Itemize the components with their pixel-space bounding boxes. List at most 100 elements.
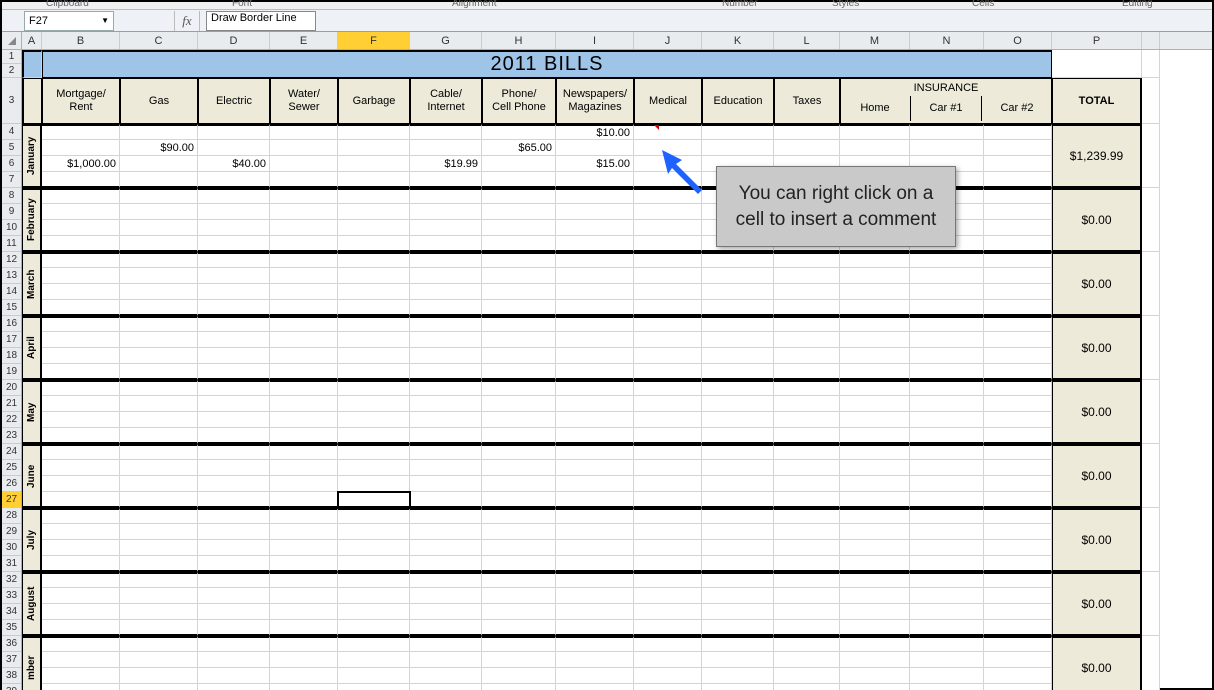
cell[interactable] bbox=[840, 476, 910, 492]
row-header[interactable]: 24 bbox=[2, 444, 21, 460]
cell[interactable] bbox=[634, 412, 702, 428]
cell[interactable] bbox=[840, 492, 910, 508]
row-header[interactable]: 37 bbox=[2, 652, 21, 668]
cell[interactable] bbox=[910, 652, 984, 668]
cell[interactable] bbox=[702, 476, 774, 492]
row-header[interactable]: 2 bbox=[2, 64, 21, 78]
cell[interactable] bbox=[410, 268, 482, 284]
col-header-O[interactable]: O bbox=[984, 32, 1052, 49]
cell[interactable] bbox=[410, 204, 482, 220]
cell[interactable] bbox=[984, 652, 1052, 668]
cell[interactable] bbox=[774, 124, 840, 140]
cell[interactable] bbox=[270, 572, 338, 588]
cell[interactable] bbox=[702, 300, 774, 316]
cell[interactable] bbox=[482, 188, 556, 204]
cell[interactable] bbox=[338, 524, 410, 540]
cell[interactable] bbox=[410, 236, 482, 252]
cell[interactable] bbox=[198, 428, 270, 444]
row-header[interactable]: 36 bbox=[2, 636, 21, 652]
row-header[interactable]: 39 bbox=[2, 684, 21, 690]
cell[interactable] bbox=[410, 412, 482, 428]
cell[interactable] bbox=[774, 348, 840, 364]
cell[interactable] bbox=[1052, 50, 1142, 78]
cell[interactable] bbox=[910, 300, 984, 316]
cell[interactable] bbox=[984, 348, 1052, 364]
cell[interactable] bbox=[774, 364, 840, 380]
cell[interactable] bbox=[338, 380, 410, 396]
cell[interactable] bbox=[120, 380, 198, 396]
cell[interactable] bbox=[702, 540, 774, 556]
cell[interactable] bbox=[270, 476, 338, 492]
cell[interactable] bbox=[338, 476, 410, 492]
cell[interactable] bbox=[42, 316, 120, 332]
cell[interactable] bbox=[556, 316, 634, 332]
cell[interactable] bbox=[840, 636, 910, 652]
row-header[interactable]: 14 bbox=[2, 284, 21, 300]
cell[interactable] bbox=[774, 652, 840, 668]
cell[interactable] bbox=[984, 492, 1052, 508]
row-header[interactable]: 7 bbox=[2, 172, 21, 188]
cell[interactable] bbox=[198, 172, 270, 188]
cell[interactable] bbox=[410, 332, 482, 348]
cell[interactable] bbox=[910, 668, 984, 684]
cell[interactable] bbox=[120, 540, 198, 556]
cell[interactable] bbox=[840, 316, 910, 332]
cell[interactable] bbox=[910, 396, 984, 412]
cell[interactable] bbox=[774, 636, 840, 652]
cell[interactable] bbox=[702, 412, 774, 428]
cell[interactable] bbox=[338, 172, 410, 188]
cell[interactable] bbox=[482, 316, 556, 332]
row-header[interactable]: 28 bbox=[2, 508, 21, 524]
cell[interactable]: $1,000.00 bbox=[42, 156, 120, 172]
cell[interactable] bbox=[270, 300, 338, 316]
row-header[interactable]: 5 bbox=[2, 140, 21, 156]
cell[interactable] bbox=[198, 188, 270, 204]
cell[interactable] bbox=[556, 428, 634, 444]
cell[interactable] bbox=[702, 364, 774, 380]
cell[interactable] bbox=[338, 540, 410, 556]
cell[interactable] bbox=[482, 124, 556, 140]
cell[interactable] bbox=[1142, 636, 1160, 690]
cell[interactable] bbox=[198, 284, 270, 300]
row-header[interactable]: 27 bbox=[2, 492, 21, 508]
cell[interactable] bbox=[338, 652, 410, 668]
cell[interactable] bbox=[634, 252, 702, 268]
cell[interactable] bbox=[840, 428, 910, 444]
row-header[interactable]: 18 bbox=[2, 348, 21, 364]
cell[interactable] bbox=[198, 492, 270, 508]
cell[interactable] bbox=[556, 652, 634, 668]
cell[interactable] bbox=[42, 524, 120, 540]
col-header-D[interactable]: D bbox=[198, 32, 270, 49]
cell[interactable] bbox=[338, 428, 410, 444]
cell[interactable] bbox=[198, 396, 270, 412]
col-header-J[interactable]: J bbox=[634, 32, 702, 49]
cell[interactable] bbox=[270, 508, 338, 524]
cell[interactable] bbox=[984, 620, 1052, 636]
cell[interactable] bbox=[42, 236, 120, 252]
cell[interactable] bbox=[702, 316, 774, 332]
cell[interactable] bbox=[42, 508, 120, 524]
col-header-E[interactable]: E bbox=[270, 32, 338, 49]
cell[interactable] bbox=[984, 220, 1052, 236]
cell[interactable] bbox=[338, 140, 410, 156]
cell[interactable] bbox=[634, 236, 702, 252]
cell[interactable] bbox=[270, 636, 338, 652]
cell[interactable] bbox=[840, 540, 910, 556]
cell[interactable] bbox=[774, 572, 840, 588]
cell[interactable] bbox=[702, 284, 774, 300]
cell[interactable] bbox=[338, 444, 410, 460]
cell[interactable] bbox=[42, 588, 120, 604]
cell[interactable] bbox=[840, 300, 910, 316]
selected-cell[interactable] bbox=[338, 492, 410, 508]
cell[interactable] bbox=[338, 316, 410, 332]
cell[interactable] bbox=[984, 588, 1052, 604]
cell[interactable] bbox=[1142, 572, 1160, 636]
cell[interactable] bbox=[410, 364, 482, 380]
cell[interactable] bbox=[270, 268, 338, 284]
cell[interactable] bbox=[984, 204, 1052, 220]
cell[interactable] bbox=[270, 652, 338, 668]
cell[interactable] bbox=[1142, 188, 1160, 252]
cell[interactable] bbox=[984, 684, 1052, 690]
col-header-N[interactable]: N bbox=[910, 32, 984, 49]
cell[interactable] bbox=[338, 268, 410, 284]
